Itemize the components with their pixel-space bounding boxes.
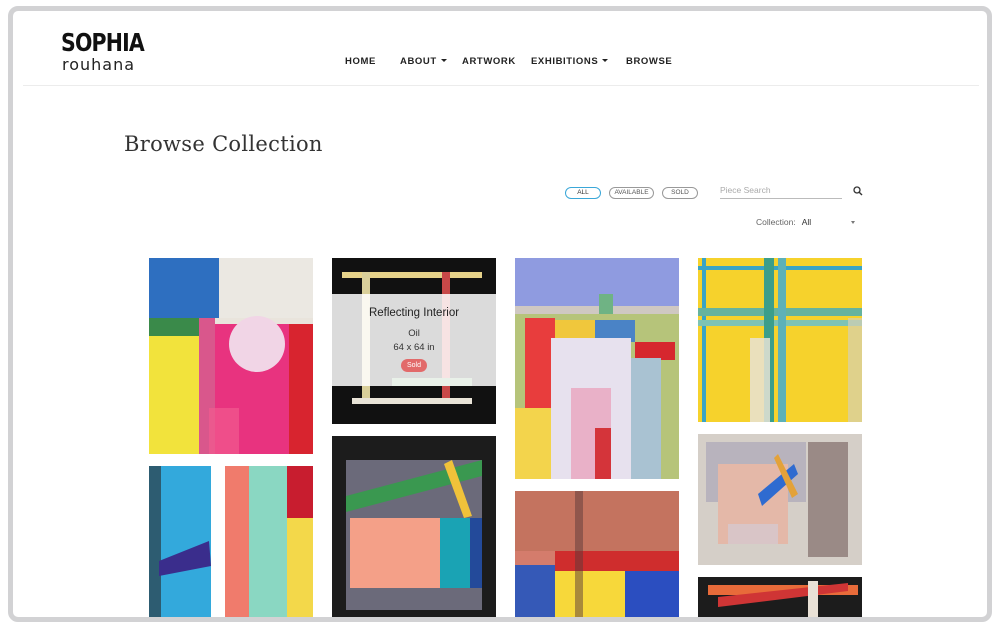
- collection-select[interactable]: Collection: All: [756, 217, 811, 227]
- page: SOPHIA rouhana HOME ABOUT ARTWORK EXHIBI…: [23, 11, 979, 617]
- artwork-thumbnail[interactable]: [332, 436, 496, 617]
- artwork-thumbnail[interactable]: [515, 258, 679, 479]
- chevron-down-icon[interactable]: [851, 221, 855, 224]
- filter-all-button[interactable]: ALL: [565, 187, 601, 199]
- filter-sold-button[interactable]: SOLD: [662, 187, 698, 199]
- site-header: SOPHIA rouhana HOME ABOUT ARTWORK EXHIBI…: [23, 11, 979, 86]
- nav-exhibitions-label: EXHIBITIONS: [531, 56, 599, 67]
- nav-browse-label: BROWSE: [626, 56, 673, 67]
- artwork-hover-overlay: Reflecting Interior Oil 64 x 64 in Sold: [332, 294, 496, 386]
- artwork-reflecting-interior[interactable]: Reflecting Interior Oil 64 x 64 in Sold: [332, 258, 496, 424]
- search-input[interactable]: Piece Search: [720, 185, 842, 199]
- artwork-thumbnail[interactable]: [698, 577, 862, 617]
- artwork-thumbnail[interactable]: [698, 258, 862, 422]
- nav-home-label: HOME: [345, 56, 376, 67]
- chevron-down-icon: [602, 59, 609, 62]
- page-title: Browse Collection: [124, 132, 323, 156]
- filter-available-button[interactable]: AVAILABLE: [609, 187, 654, 199]
- nav-about-label: ABOUT: [400, 56, 437, 67]
- chevron-down-icon: [440, 59, 447, 62]
- nav-artwork[interactable]: ARTWORK: [462, 56, 516, 67]
- sold-badge: Sold: [400, 359, 427, 372]
- artwork-thumbnail[interactable]: [515, 491, 679, 617]
- browser-frame: SOPHIA rouhana HOME ABOUT ARTWORK EXHIBI…: [8, 6, 992, 622]
- artwork-thumbnail[interactable]: [698, 434, 862, 565]
- search-icon[interactable]: [853, 186, 863, 196]
- logo-name-top[interactable]: SOPHIA: [61, 29, 145, 57]
- nav-about[interactable]: ABOUT: [400, 56, 447, 67]
- artwork-medium: Oil: [408, 328, 420, 339]
- artwork-thumbnail[interactable]: [149, 258, 313, 454]
- artwork-thumbnail[interactable]: [149, 466, 313, 617]
- nav-exhibitions[interactable]: EXHIBITIONS: [531, 56, 609, 67]
- nav-browse[interactable]: BROWSE: [626, 56, 672, 67]
- nav-home[interactable]: HOME: [345, 56, 376, 67]
- artwork-size: 64 x 64 in: [393, 342, 435, 353]
- nav-artwork-label: ARTWORK: [462, 56, 516, 67]
- artwork-title: Reflecting Interior: [368, 307, 460, 319]
- collection-value: All: [801, 217, 812, 227]
- logo-name-bottom[interactable]: rouhana: [62, 56, 135, 74]
- collection-label: Collection:: [756, 217, 796, 227]
